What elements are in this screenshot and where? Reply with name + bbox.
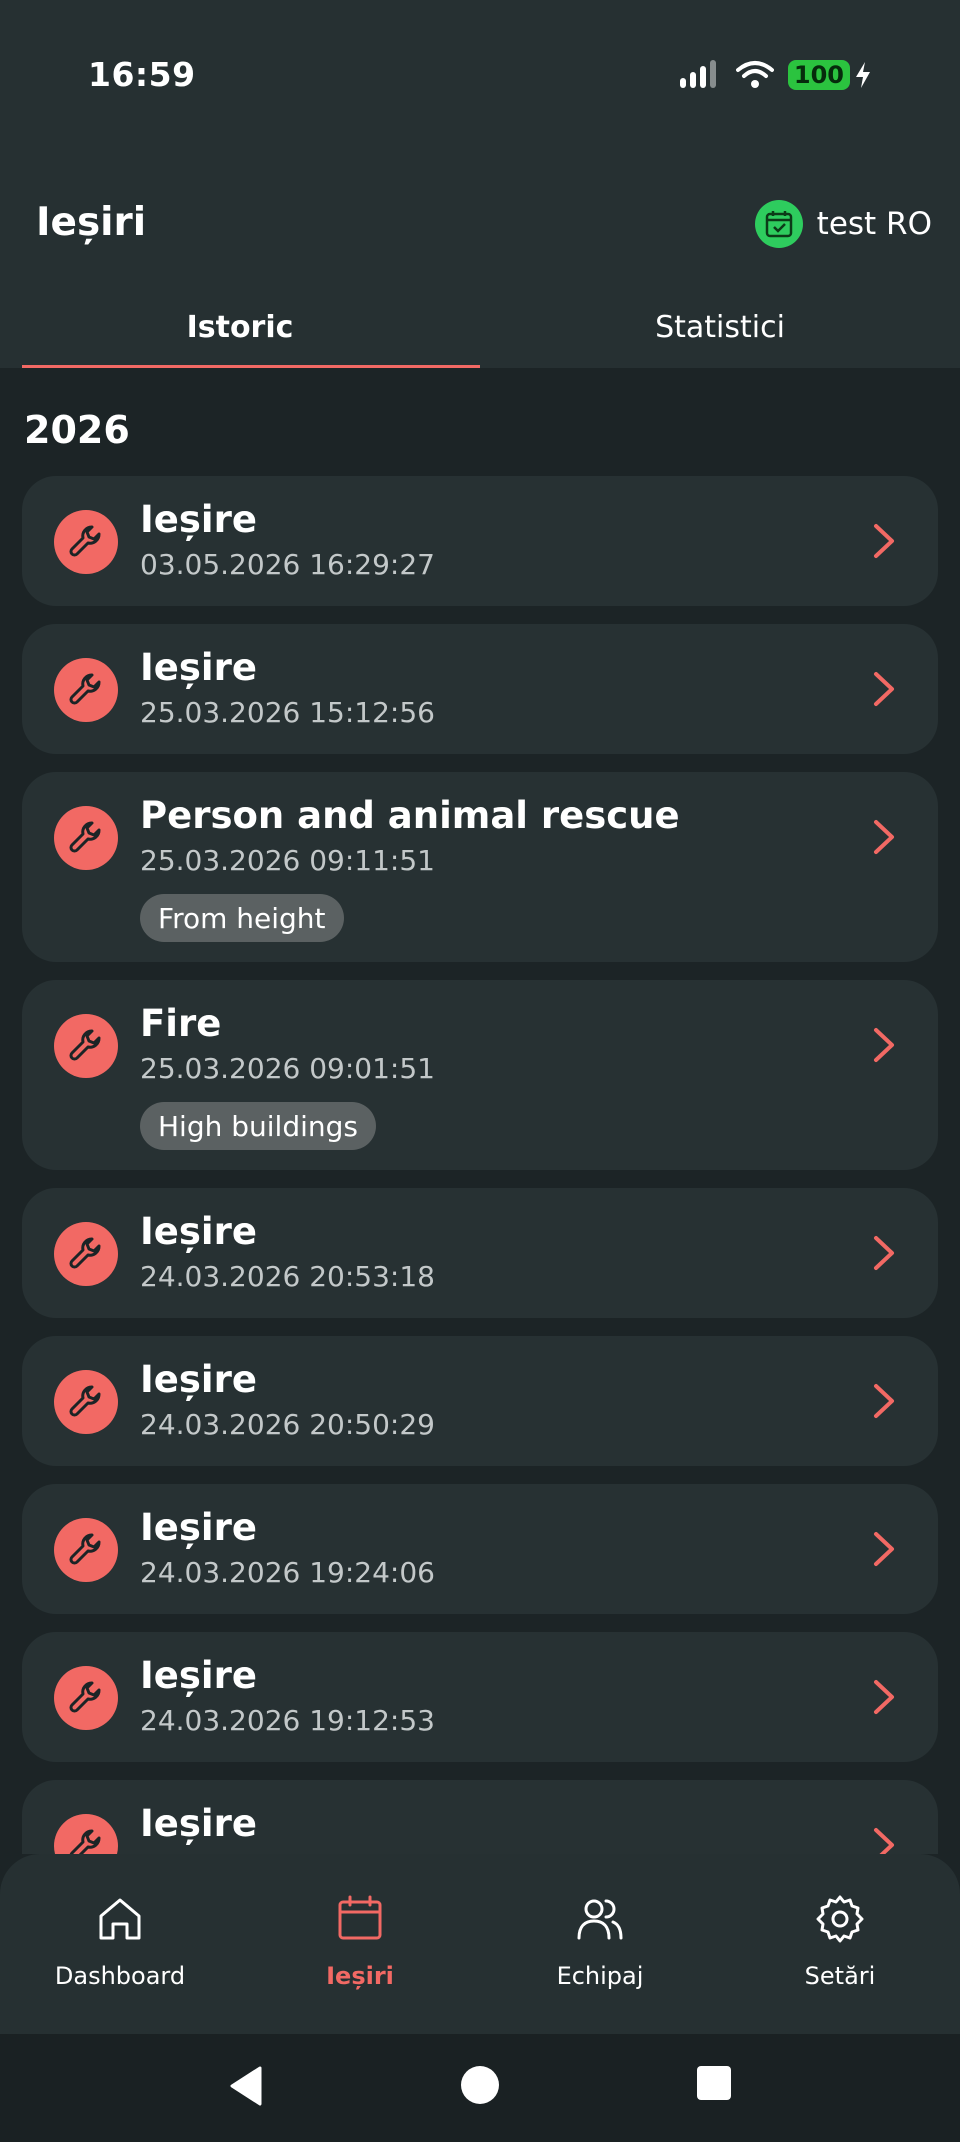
item-timestamp: 25.03.2026 15:12:56 [140,696,435,729]
item-title: Ieșire [140,1358,257,1401]
item-title: Ieșire [140,1506,257,1549]
calendar-check-icon [754,200,803,248]
charging-bolt-icon [856,62,870,88]
tab-istoric[interactable]: Istoric [0,290,480,368]
chevron-right-icon [874,1532,894,1566]
item-title: Fire [140,1002,222,1045]
signal-icon [679,60,722,90]
wrench-icon [54,1518,118,1582]
top-app-bar: 16:59 100 Ieșiri test RO Istoric Statist… [0,0,960,368]
nav-item-echipaj[interactable]: Echipaj [480,1854,720,2034]
status-icons: 100 [679,58,872,92]
chevron-right-icon [874,672,894,706]
item-title: Ieșire [140,1802,257,1845]
wrench-icon [54,1814,118,1854]
item-timestamp: 24.03.2026 19:12:53 [140,1704,435,1737]
wrench-icon [54,510,118,574]
users-icon [577,1899,623,1940]
user-name: test RO [816,206,932,242]
chevron-right-icon [874,1028,894,1062]
chevron-right-icon [874,1384,894,1418]
gear-icon [816,1895,864,1943]
calendar-icon [338,1895,382,1940]
page-title: Ieșiri [36,200,147,245]
nav-item-dashboard[interactable]: Dashboard [0,1854,240,2034]
chevron-right-icon [874,820,894,854]
nav-label: Ieșiri [326,1962,394,1990]
chevron-right-icon [874,1236,894,1270]
item-title: Ieșire [140,646,257,689]
list-item[interactable]: Ieșire 25.03.2026 15:12:56 [22,624,938,754]
chevron-right-icon [874,1680,894,1714]
item-title: Ieșire [140,1210,257,1253]
page-header: Ieșiri test RO [0,190,960,260]
year-heading: 2026 [24,408,130,452]
chevron-right-icon [874,1828,894,1854]
list-item[interactable]: Person and animal rescue 25.03.2026 09:1… [22,772,938,962]
wrench-icon [54,1666,118,1730]
nav-item-setari[interactable]: Setări [720,1854,960,2034]
list-item[interactable]: Ieșire 24.03.2026 19:12:53 [22,1632,938,1762]
system-navigation-bar [0,2034,960,2142]
battery-indicator: 100 [787,60,850,90]
item-timestamp: 25.03.2026 09:01:51 [140,1052,435,1085]
wrench-icon [54,1370,118,1434]
item-title: Ieșire [140,498,257,541]
list-item[interactable]: Ieșire 24.03.2026 20:53:18 [22,1188,938,1318]
user-chip[interactable]: test RO [754,200,932,248]
status-time: 16:59 [88,55,196,94]
list-item[interactable]: Ieșire 24.03.2026 20:50:29 [22,1336,938,1466]
back-icon[interactable] [226,2064,266,2108]
item-category-tag: High buildings [140,1102,376,1150]
nav-label: Echipaj [556,1962,644,1990]
wrench-icon [54,806,118,870]
nav-label: Setări [804,1962,876,1990]
wrench-icon [54,658,118,722]
item-title: Ieșire [140,1654,257,1697]
item-timestamp: 24.03.2026 20:53:18 [140,1260,435,1293]
list-item[interactable]: Ieșire 03.05.2026 16:29:27 [22,476,938,606]
wrench-icon [54,1222,118,1286]
status-bar: 16:59 100 [0,0,960,150]
list-item[interactable]: Fire 25.03.2026 09:01:51 High buildings [22,980,938,1170]
wifi-icon [735,61,774,88]
recents-icon[interactable] [695,2064,733,2102]
tab-statistici[interactable]: Statistici [480,290,960,368]
home-icon [99,1898,141,1940]
list-item[interactable]: Ieșire 24.03.2026 19:24:06 [22,1484,938,1614]
chevron-right-icon [874,524,894,558]
item-timestamp: 03.05.2026 16:29:27 [140,548,435,581]
bottom-navigation: Dashboard Ieșiri Echipaj Setări [0,1854,960,2034]
home-button-icon[interactable] [459,2064,501,2106]
wrench-icon [54,1014,118,1078]
nav-item-iesiri[interactable]: Ieșiri [240,1854,480,2034]
history-list: Ieșire 03.05.2026 16:29:27 Ieșire 25.03.… [22,476,938,1854]
tab-bar: Istoric Statistici [0,290,960,368]
item-title: Person and animal rescue [140,794,680,837]
item-category-tag: From height [140,894,344,942]
item-timestamp: 24.03.2026 19:24:06 [140,1556,435,1589]
nav-label: Dashboard [54,1962,186,1990]
item-timestamp: 24.03.2026 20:50:29 [140,1408,435,1441]
item-timestamp: 25.03.2026 09:11:51 [140,844,435,877]
history-list-container[interactable]: 2026 Ieșire 03.05.2026 16:29:27 Ieșire 2… [0,368,960,1854]
list-item[interactable]: Ieșire [22,1780,938,1854]
